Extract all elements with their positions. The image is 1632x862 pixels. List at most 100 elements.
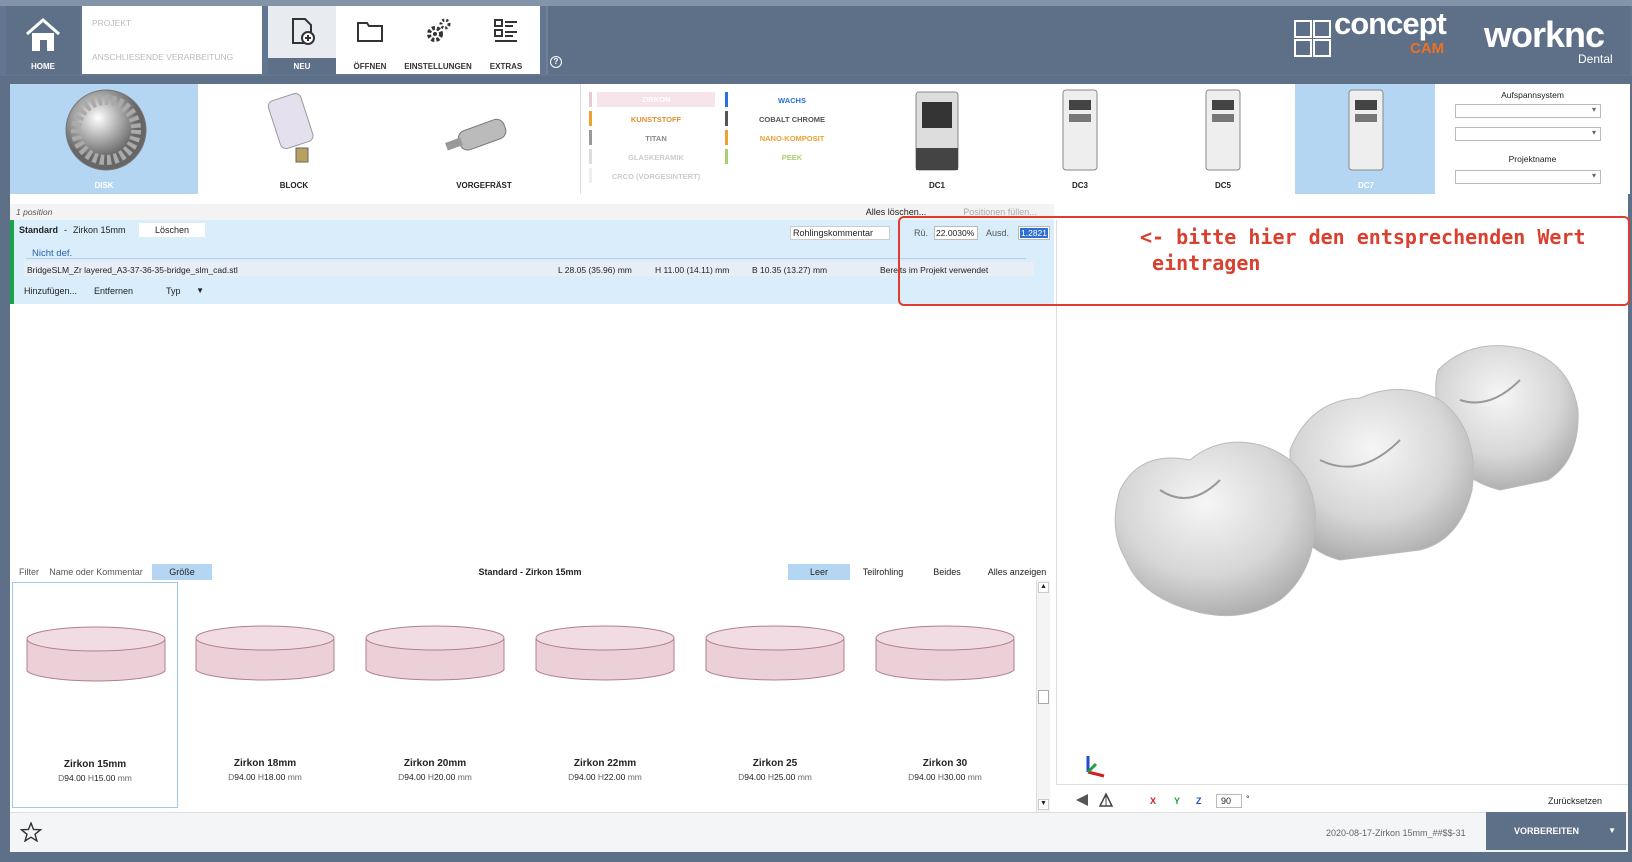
blank-dimensions: D94.00 H15.00 mm <box>13 773 177 783</box>
blank-unit: mm <box>627 772 642 782</box>
project-name-input[interactable] <box>1455 170 1601 184</box>
fixture-panel: Aufspannsystem Projektname <box>1435 84 1630 194</box>
fixture-combo-1[interactable] <box>1455 104 1601 118</box>
view-toggle-icons[interactable] <box>1074 792 1114 808</box>
blank-name: Zirkon 30 <box>922 758 968 769</box>
material-nano-komposit[interactable]: NANO-KOMPOSIT <box>733 134 851 143</box>
concept-logo-icon <box>1294 20 1331 57</box>
blank-dimensions: D94.00 H30.00 mm <box>862 772 1028 782</box>
new-label: NEU <box>293 62 311 71</box>
material-peek[interactable]: PEEK <box>733 153 851 162</box>
blank-type-block[interactable]: BLOCK <box>200 84 388 194</box>
blank-type-disk[interactable]: DISK <box>10 84 198 194</box>
filter-empty[interactable]: Leer <box>788 564 850 580</box>
filter-name-comment[interactable]: Name oder Kommentar <box>44 564 148 580</box>
scroll-down-icon[interactable]: ▼ <box>1038 799 1049 810</box>
scroll-thumb[interactable] <box>1038 690 1049 704</box>
blank-d-value: 94.00 <box>404 772 426 782</box>
favorite-star-icon[interactable] <box>20 822 42 842</box>
blank-card[interactable]: Zirkon 20mm D94.00 H20.00 mm <box>352 582 518 808</box>
open-button[interactable]: ÖFFNEN <box>336 6 404 74</box>
fixture-combo-2[interactable] <box>1455 127 1601 141</box>
type-label: Typ <box>166 286 181 296</box>
project-tab[interactable]: PROJEKT <box>92 18 131 28</box>
y-axis-button[interactable]: Y <box>1174 796 1180 806</box>
material-swatch-titan <box>589 130 592 145</box>
material-glaskeramik[interactable]: GLASKERAMIK <box>597 153 715 162</box>
cam-logo-text: CAM <box>1410 40 1445 57</box>
view-controls <box>1056 784 1628 812</box>
project-name-label: Projektname <box>1508 154 1557 164</box>
blank-card[interactable]: Zirkon 15mm D94.00 H15.00 mm <box>12 582 178 808</box>
angle-input[interactable]: 90 <box>1216 794 1242 808</box>
scroll-up-icon[interactable]: ▲ <box>1038 582 1049 593</box>
open-label: ÖFFNEN <box>353 62 387 71</box>
material-crco[interactable]: CRCO (VORGESINTERT) <box>597 172 715 181</box>
material-kunststoff[interactable]: KUNSTSTOFF <box>597 115 715 124</box>
blank-card[interactable]: Zirkon 25 D94.00 H25.00 mm <box>692 582 858 808</box>
filter-both[interactable]: Beides <box>916 564 978 580</box>
blank-card[interactable]: Zirkon 22mm D94.00 H22.00 mm <box>522 582 688 808</box>
prepare-label: VORBEREITEN <box>1514 826 1580 836</box>
concept-logo-text: concept <box>1334 6 1447 41</box>
material-wachs[interactable]: WACHS <box>733 96 851 105</box>
chevron-down-icon[interactable]: ▼ <box>1608 812 1616 850</box>
blank-comment-input[interactable]: Rohlingskommentar <box>790 226 890 240</box>
worknc-logo-text: worknc <box>1484 14 1605 55</box>
blank-dimensions: D94.00 H22.00 mm <box>522 772 688 782</box>
file-name: BridgeSLM_Zr layered_A3-37-36-35-bridge_… <box>27 265 238 275</box>
machine-dc7-image <box>1348 89 1384 171</box>
filter-size[interactable]: Größe <box>152 564 212 580</box>
disk-blank-image <box>195 625 335 681</box>
settings-button[interactable]: EINSTELLUNGEN <box>404 6 472 74</box>
extras-label: EXTRAS <box>489 62 523 71</box>
blank-unit: mm <box>967 772 982 782</box>
filter-show-all[interactable]: Alles anzeigen <box>982 564 1052 580</box>
prepare-button[interactable]: VORBEREITEN ▼ <box>1486 812 1626 850</box>
machine-dc3[interactable]: DC3 <box>1009 84 1151 194</box>
extras-button[interactable]: EXTRAS <box>472 6 540 74</box>
gears-icon <box>427 18 451 42</box>
blank-card[interactable]: Zirkon 18mm D94.00 H18.00 mm <box>182 582 348 808</box>
filter-partial[interactable]: Teilrohling <box>852 564 914 580</box>
blank-dimensions: D94.00 H20.00 mm <box>352 772 518 782</box>
reset-button[interactable]: Zurücksetzen <box>1548 796 1602 806</box>
disk-blank-image <box>875 625 1015 681</box>
material-titan[interactable]: TITAN <box>597 134 715 143</box>
filter-label: Filter <box>19 567 39 577</box>
gallery-scrollbar[interactable]: ▲ ▼ <box>1036 580 1050 812</box>
premilled-label: VORGEFRÄST <box>456 181 512 190</box>
disk-label: DISK <box>94 181 114 190</box>
material-zirkon[interactable]: ZIRKON <box>597 92 715 107</box>
machine-dc1-image <box>915 91 959 171</box>
help-icon[interactable]: ? <box>550 56 562 68</box>
machine-dc5[interactable]: DC5 <box>1152 84 1294 194</box>
machine-dc3-image <box>1062 89 1098 171</box>
project-menu: PROJEKT ANSCHLIESENDE VERARBEITUNG <box>82 6 262 74</box>
add-button[interactable]: Hinzufügen... <box>24 286 77 296</box>
delete-button[interactable]: Löschen <box>139 223 205 237</box>
blank-dimensions: D94.00 H25.00 mm <box>692 772 858 782</box>
new-button[interactable]: NEU <box>268 6 336 74</box>
x-axis-button[interactable]: X <box>1150 796 1156 806</box>
block-image <box>267 93 314 163</box>
blank-name: Zirkon 20mm <box>403 758 467 769</box>
type-dropdown[interactable]: Typ ▼ <box>160 284 208 298</box>
machine-dc7-label: DC7 <box>1357 181 1374 190</box>
blank-type-premilled[interactable]: VORGEFRÄST <box>390 84 578 194</box>
settings-label: EINSTELLUNGEN <box>404 62 472 71</box>
home-button[interactable]: HOME <box>6 6 80 74</box>
material-cobalt-chrome[interactable]: COBALT CHROME <box>733 115 851 124</box>
blank-unit: mm <box>457 772 472 782</box>
checklist-icon <box>494 19 517 42</box>
disk-image <box>65 89 147 171</box>
postprocessing-tab[interactable]: ANSCHLIESENDE VERARBEITUNG <box>92 52 233 62</box>
machine-dc7[interactable]: DC7 <box>1295 84 1437 194</box>
position-count: 1 position <box>16 207 53 217</box>
machine-dc1[interactable]: DC1 <box>866 84 1008 194</box>
blank-d-value: 94.00 <box>744 772 766 782</box>
remove-button[interactable]: Entfernen <box>94 286 133 296</box>
z-axis-button[interactable]: Z <box>1196 796 1202 806</box>
material-selector: ZIRKON KUNSTSTOFF TITAN GLASKERAMIK CRCO… <box>580 84 864 194</box>
blank-card[interactable]: Zirkon 30 D94.00 H30.00 mm <box>862 582 1028 808</box>
